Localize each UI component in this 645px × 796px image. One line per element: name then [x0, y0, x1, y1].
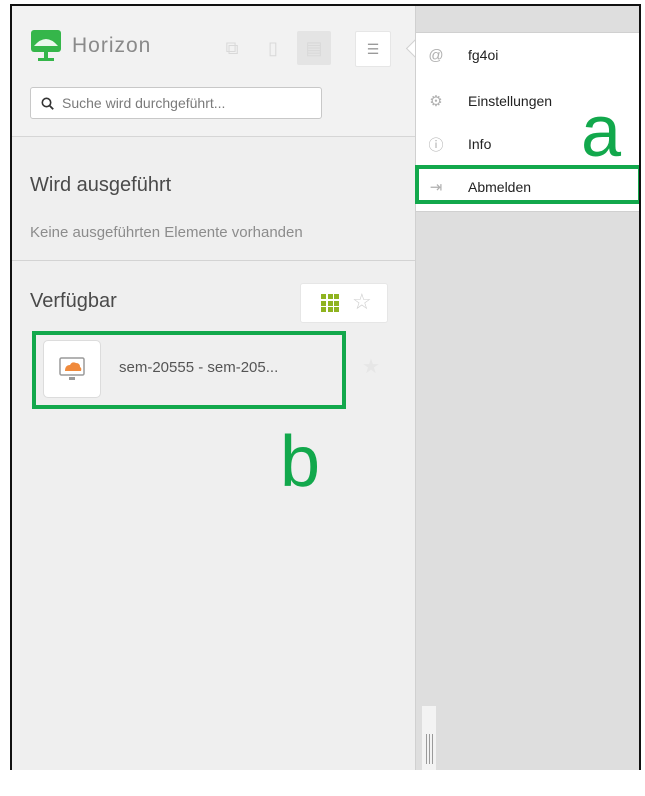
- horizon-window: Horizon ⧉ ▯ ▤ ☰ Wird ausgeführt K: [10, 4, 641, 770]
- annotation-box-a: [415, 165, 639, 204]
- search-box: [30, 87, 322, 119]
- sidebar-header: Horizon ⧉ ▯ ▤ ☰: [12, 6, 415, 137]
- resize-handle[interactable]: [422, 706, 436, 770]
- section-divider: [12, 260, 415, 261]
- annotation-box-b: [32, 331, 346, 409]
- sidebar: Horizon ⧉ ▯ ▤ ☰ Wird ausgeführt K: [12, 6, 416, 770]
- toolbar-clipboard-button[interactable]: ▤: [297, 31, 331, 65]
- info-icon: ⓘ: [428, 136, 444, 154]
- search-icon: [41, 97, 54, 110]
- brand-name: Horizon: [72, 34, 152, 57]
- view-filter-toggle: ☆: [300, 283, 388, 323]
- network-icon: ⧉: [225, 37, 239, 58]
- menu-item-settings-label: Einstellungen: [468, 93, 553, 109]
- gear-icon: ⚙: [429, 93, 443, 110]
- grid-view-icon[interactable]: [321, 294, 339, 312]
- documents-icon: ▯: [268, 37, 278, 58]
- menu-list-icon: ☰: [366, 40, 380, 57]
- user-icon: @: [428, 46, 444, 64]
- toolbar-documents-button[interactable]: ▯: [256, 31, 290, 65]
- running-section-title: Wird ausgeführt: [30, 174, 172, 196]
- running-empty-message: Keine ausgeführten Elemente vorhanden: [30, 224, 303, 241]
- desktop-favorite-star-icon[interactable]: ★: [362, 354, 380, 379]
- horizon-logo-icon: [31, 30, 61, 61]
- menu-item-info-label: Info: [468, 136, 492, 152]
- toolbar-network-button[interactable]: ⧉: [215, 31, 249, 65]
- annotation-label-a: a: [581, 92, 622, 172]
- toolbar-menu-button[interactable]: ☰: [355, 31, 391, 67]
- favorites-star-icon[interactable]: ☆: [352, 289, 372, 315]
- search-input[interactable]: [60, 94, 314, 112]
- clipboard-icon: ▤: [305, 37, 323, 58]
- annotation-label-b: b: [280, 422, 321, 502]
- menu-item-user[interactable]: @ fg4oi: [416, 35, 639, 75]
- menu-item-user-label: fg4oi: [468, 47, 499, 63]
- available-section-title: Verfügbar: [30, 290, 117, 312]
